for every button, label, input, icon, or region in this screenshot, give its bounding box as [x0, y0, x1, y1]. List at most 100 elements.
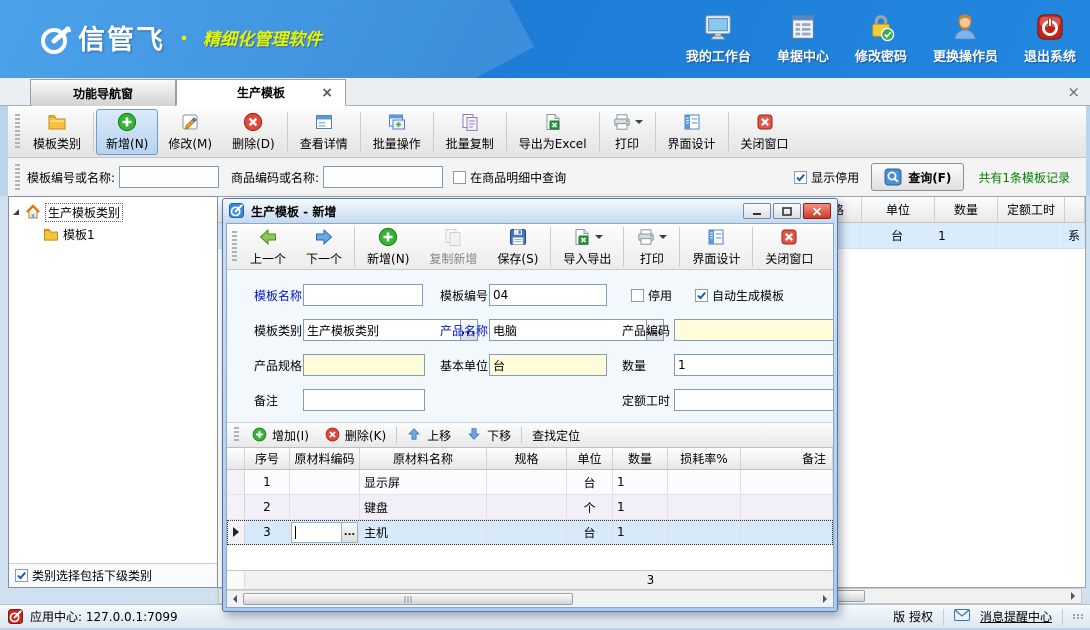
- delete-button[interactable]: 删除(D): [222, 109, 285, 155]
- dialog-hscrollbar[interactable]: [227, 590, 833, 607]
- material-code-editor[interactable]: ...: [291, 522, 358, 543]
- tab-close-icon[interactable]: ×: [321, 85, 333, 101]
- view-detail-button[interactable]: 查看详情: [290, 109, 358, 155]
- save-button[interactable]: 保存(S): [487, 224, 548, 270]
- nav-exit-system[interactable]: 退出系统: [1024, 12, 1076, 65]
- printer-icon: [636, 227, 656, 247]
- previous-button[interactable]: 上一个: [240, 224, 296, 270]
- product-code-input[interactable]: [674, 319, 834, 341]
- auto-generate-checkbox[interactable]: 自动生成模板: [695, 284, 784, 306]
- material-row[interactable]: 1 显示屏 台 1: [227, 470, 833, 495]
- printer-icon: [612, 112, 632, 132]
- product-spec-input[interactable]: [303, 354, 425, 376]
- nav-change-password[interactable]: 修改密码: [855, 12, 907, 65]
- toolbar-grip: [15, 114, 20, 150]
- work-hours-label: 定额工时: [622, 389, 670, 411]
- dialog-ui-design-button[interactable]: 界面设计: [682, 224, 750, 270]
- maximize-icon[interactable]: [773, 203, 801, 219]
- scroll-right-icon[interactable]: [817, 592, 833, 606]
- checkbox-checked-icon: [794, 171, 807, 184]
- tab-function-navigator[interactable]: 功能导航窗: [30, 79, 176, 106]
- category-picker[interactable]: ...: [303, 319, 425, 341]
- grid-summary-row: 3: [227, 570, 833, 590]
- nav-my-workbench[interactable]: 我的工作台: [686, 12, 751, 65]
- dialog-print-button[interactable]: 打印: [626, 224, 677, 270]
- dialog-logo-icon: [229, 203, 245, 219]
- tab-production-template[interactable]: 生产模板 ×: [176, 79, 346, 106]
- dialog-close-icon[interactable]: [803, 203, 831, 219]
- scrollbar-thumb[interactable]: [243, 593, 573, 605]
- template-category-button[interactable]: 模板类别: [23, 109, 91, 155]
- add-button[interactable]: 新增(N): [96, 109, 158, 155]
- query-button[interactable]: 查询(F): [871, 163, 964, 191]
- template-name-input[interactable]: [303, 284, 423, 306]
- minimize-icon[interactable]: [743, 203, 771, 219]
- tree-item-template1[interactable]: 模板1: [9, 223, 217, 245]
- grid-delete-button[interactable]: 删除(K): [319, 425, 392, 446]
- excel-export-icon: [572, 227, 592, 247]
- tree-expander-icon[interactable]: [13, 209, 19, 215]
- material-row-selected[interactable]: 3 ... 主机 台 1: [227, 520, 833, 545]
- material-row[interactable]: 2 键盘 个 1: [227, 495, 833, 520]
- material-code-ellipsis-button[interactable]: ...: [341, 523, 357, 542]
- arrow-up-icon: [407, 427, 423, 443]
- disabled-checkbox[interactable]: 停用: [631, 284, 672, 306]
- nav-change-operator[interactable]: 更换操作员: [933, 12, 998, 65]
- text-caret: [295, 526, 296, 539]
- nav-document-center[interactable]: 单据中心: [777, 12, 829, 65]
- template-code-input[interactable]: [489, 284, 607, 306]
- show-disabled-checkbox[interactable]: 显示停用: [794, 169, 859, 186]
- materials-grid-header: 序号 原材料编码 原材料名称 规格 单位 数量 损耗率% 备注: [227, 448, 833, 470]
- move-up-button[interactable]: 上移: [401, 425, 457, 446]
- copy-add-button: 复制新增: [419, 224, 487, 270]
- product-name-label: 产品名称: [440, 319, 488, 341]
- product-spec-label: 产品规格: [254, 354, 302, 376]
- category-tree-panel: 生产模板类别 模板1 类别选择包括下级类别: [8, 196, 218, 588]
- move-down-button[interactable]: 下移: [461, 425, 517, 446]
- current-row-arrow-icon: [233, 527, 239, 537]
- save-floppy-icon: [508, 227, 528, 247]
- scroll-right-icon[interactable]: [1065, 589, 1081, 603]
- tree-root-category[interactable]: 生产模板类别: [9, 201, 217, 223]
- quantity-input[interactable]: [674, 354, 834, 376]
- ui-design-button[interactable]: 界面设计: [658, 109, 726, 155]
- base-unit-input[interactable]: [489, 354, 607, 376]
- include-subcategory-row: 类别选择包括下级类别: [9, 563, 217, 587]
- product-picker[interactable]: ...: [489, 319, 607, 341]
- edit-button[interactable]: 修改(M): [158, 109, 222, 155]
- print-dropdown-caret: [635, 120, 643, 124]
- search-icon: [884, 168, 902, 186]
- dialog-close-window-button[interactable]: 关闭窗口: [755, 224, 823, 270]
- dialog-title: 生产模板 - 新增: [251, 203, 336, 220]
- scroll-left-icon[interactable]: [227, 592, 243, 606]
- grid-add-button[interactable]: 增加(I): [246, 425, 315, 446]
- include-subcategory-checkbox[interactable]: 类别选择包括下级类别: [15, 567, 152, 584]
- import-export-button[interactable]: 导入导出: [553, 224, 621, 270]
- dialog-add-button[interactable]: 新增(N): [357, 224, 419, 270]
- resize-grip[interactable]: [1073, 614, 1084, 619]
- search-in-detail-checkbox[interactable]: 在商品明细中查询: [453, 169, 566, 186]
- dialog-titlebar[interactable]: 生产模板 - 新增: [223, 199, 837, 223]
- panel-close-icon[interactable]: ×: [1067, 83, 1080, 101]
- quantity-total: 3: [623, 573, 678, 587]
- power-icon: [1035, 12, 1065, 42]
- delete-circle-icon: [243, 112, 263, 132]
- remark-input[interactable]: [303, 389, 425, 411]
- app-header: 信管飞 ・ 精细化管理软件 我的工作台 单据中心 修改密码 更换操作员: [0, 0, 1090, 78]
- next-button[interactable]: 下一个: [296, 224, 352, 270]
- work-hours-input[interactable]: [674, 389, 834, 411]
- find-locate-button[interactable]: 查找定位: [526, 425, 586, 446]
- checkbox-checked-icon: [695, 289, 708, 302]
- close-window-button[interactable]: 关闭窗口: [731, 109, 799, 155]
- close-window-icon: [755, 112, 775, 132]
- product-filter-input[interactable]: [323, 166, 443, 188]
- copy-pages-icon: [443, 227, 463, 247]
- batch-copy-button[interactable]: 批量复制: [436, 109, 504, 155]
- template-filter-input[interactable]: [119, 166, 219, 188]
- print-button[interactable]: 打印: [602, 109, 653, 155]
- base-unit-label: 基本单位: [440, 354, 488, 376]
- export-excel-button[interactable]: 导出为Excel: [509, 109, 597, 155]
- message-center-link[interactable]: 消息提醒中心: [980, 608, 1052, 625]
- batch-operation-button[interactable]: 批量操作: [363, 109, 431, 155]
- quantity-label: 数量: [622, 354, 646, 376]
